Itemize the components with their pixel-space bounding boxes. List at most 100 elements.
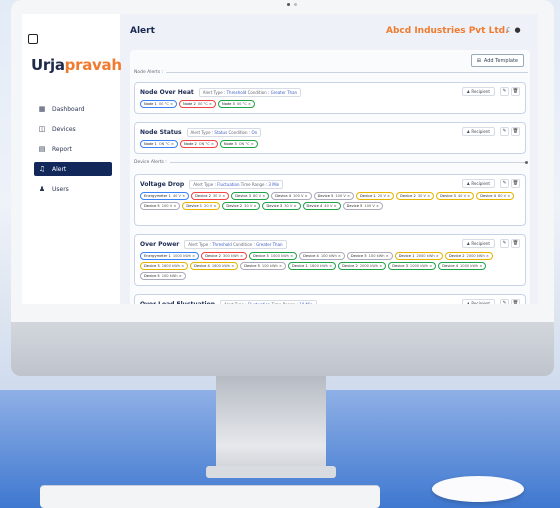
alert-card-header: Over Load Fluctuation Alert Type : Fluctu… — [140, 300, 317, 304]
device-chip[interactable]: Device 5 100 V × — [342, 202, 383, 210]
bell-icon: ♫ — [38, 165, 46, 173]
add-template-button[interactable]: ⊞ Add Template — [470, 54, 524, 67]
device-chip[interactable]: Device 1 2000 kWh × — [394, 252, 443, 260]
alerts-panel: ⊞ Add Template Node Alerts : Device Alert… — [130, 50, 530, 304]
device-chip[interactable]: Device 3 1600 kWh × — [140, 262, 189, 270]
device-chip[interactable]: Device 5 100 kWh × — [140, 272, 186, 280]
alert-card: Voltage Drop Alert Type : Fluctuation Tim… — [134, 174, 526, 226]
device-chip[interactable]: Device 3 80 V × — [231, 192, 270, 200]
monitor-stand — [216, 376, 326, 476]
users-icon: ♟ — [38, 185, 46, 193]
device-chip[interactable]: Node 1 00 °C × — [140, 100, 177, 108]
sidebar-nav: ▦ Dashboard ◫ Devices ▤ Report ♫ Alert ♟ Users — [34, 102, 112, 202]
page-title: Alert — [130, 26, 155, 36]
report-icon: ▤ — [38, 145, 46, 153]
sidebar-item-label: Users — [52, 185, 69, 193]
device-chip[interactable]: Device 4 40 V × — [302, 202, 341, 210]
sidebar-item-dashboard[interactable]: ▦ Dashboard — [34, 102, 112, 116]
device-chip[interactable]: Node 2 00 °C × — [179, 100, 216, 108]
alert-title: Over Power — [140, 241, 180, 248]
alert-card-header: Node Status Alert Type : Status Condition… — [140, 128, 262, 137]
device-chip[interactable]: Node 2 ON °C × — [179, 140, 218, 148]
device-chip[interactable]: Device 2 300 kWh × — [201, 252, 247, 260]
company-name: Abcd Industries Pvt Ltd. — [386, 26, 509, 36]
alert-meta: Alert Type : Status Condition : On — [186, 128, 262, 137]
device-chip[interactable]: Device 3 30 V × — [262, 202, 301, 210]
monitor-chin — [11, 322, 554, 376]
app-logo: Urjapravah — [31, 56, 122, 74]
alert-meta: Alert Type : Threshold Condition : Great… — [184, 240, 287, 249]
device-chip[interactable]: Device 3 1000 kWh × — [249, 252, 298, 260]
sidebar: Urjapravah ▦ Dashboard ◫ Devices ▤ Report ♫ Ale… — [22, 14, 122, 304]
camera-sensor-icon — [294, 3, 297, 6]
keyboard — [40, 486, 380, 508]
edit-icon[interactable]: ✎ — [500, 87, 509, 96]
monitor-stand-base — [206, 466, 336, 478]
device-chip[interactable]: Device 5 100 V × — [313, 192, 354, 200]
delete-icon[interactable]: 🗑 — [511, 127, 520, 136]
grid-icon: ▦ — [38, 105, 46, 113]
device-chip[interactable]: Energymeter 1 40 V × — [140, 192, 190, 200]
device-chip[interactable]: Energymeter 1 1000 kWh × — [140, 252, 200, 260]
delete-icon[interactable]: 🗑 — [511, 299, 520, 304]
alert-title: Node Status — [140, 129, 182, 136]
alert-title: Over Load Fluctuation — [140, 301, 215, 304]
device-chip[interactable]: Device 1 20 V × — [182, 202, 221, 210]
theme-toggle-icon[interactable]: ☾ — [506, 26, 512, 34]
device-chip[interactable]: Device 1 20 V × — [356, 192, 395, 200]
device-chip[interactable]: Device 4 1600 kWh × — [190, 262, 239, 270]
device-chip[interactable]: Device 4 100 kWh × — [299, 252, 345, 260]
node-alerts-label: Node Alerts : — [134, 70, 528, 75]
header-icons: ☾ ● — [506, 26, 521, 34]
device-chip[interactable]: Node 1 ON °C × — [140, 140, 178, 148]
sidebar-toggle-icon[interactable] — [28, 34, 38, 44]
alert-actions: ♟ Recipient ✎ 🗑 — [461, 127, 520, 136]
device-chip[interactable]: Device 2 30 V × — [396, 192, 435, 200]
recipient-button[interactable]: ♟ Recipient — [461, 179, 495, 188]
edit-icon[interactable]: ✎ — [500, 299, 509, 304]
device-chip[interactable]: Device 4 80 V × — [476, 192, 515, 200]
sidebar-item-users[interactable]: ♟ Users — [34, 182, 112, 196]
delete-icon[interactable]: 🗑 — [511, 87, 520, 96]
alert-title: Voltage Drop — [140, 181, 185, 188]
device-chip[interactable]: Device 5 100 kWh × — [240, 262, 286, 270]
recipient-button[interactable]: ♟ Recipient — [461, 299, 495, 304]
recipient-button[interactable]: ♟ Recipient — [461, 239, 495, 248]
sidebar-item-devices[interactable]: ◫ Devices — [34, 122, 112, 136]
delete-icon[interactable]: 🗑 — [511, 179, 520, 188]
alert-actions: ♟ Recipient ✎ 🗑 — [461, 179, 520, 188]
edit-icon[interactable]: ✎ — [500, 127, 509, 136]
edit-icon[interactable]: ✎ — [500, 239, 509, 248]
camera-icon — [287, 3, 290, 6]
alert-meta: Alert Type : Threshold Condition : Great… — [198, 88, 302, 97]
device-chips: Energymeter 1 1000 kWh × Device 2 300 kWh ×… — [140, 252, 520, 282]
delete-icon[interactable]: 🗑 — [511, 239, 520, 248]
edit-icon[interactable]: ✎ — [500, 179, 509, 188]
alert-card: Over Power Alert Type : Threshold Conditi… — [134, 234, 526, 286]
recipient-button[interactable]: ♟ Recipient — [461, 87, 495, 96]
app-screen: Urjapravah ▦ Dashboard ◫ Devices ▤ Report ♫ Ale… — [22, 14, 538, 304]
sidebar-item-report[interactable]: ▤ Report — [34, 142, 112, 156]
device-chip[interactable]: Device 4 1000 kWh × — [438, 262, 487, 270]
device-chip[interactable]: Device 3 1000 kWh × — [388, 262, 437, 270]
device-chip[interactable]: Device 2 30 V × — [222, 202, 261, 210]
device-chip[interactable]: Node 3 00 °C × — [218, 100, 255, 108]
device-chip[interactable]: Node 3 ON °C × — [219, 140, 258, 148]
device-chip[interactable]: Device 2 30 V × — [191, 192, 230, 200]
device-chip[interactable]: Device 2 2000 kWh × — [338, 262, 387, 270]
alert-meta: Alert Type : Fluctuation Time Range : 3 … — [189, 180, 284, 189]
sidebar-item-label: Dashboard — [52, 105, 85, 113]
alert-card: Node Over Heat Alert Type : Threshold Con… — [134, 82, 526, 114]
recipient-button[interactable]: ♟ Recipient — [461, 127, 495, 136]
alert-actions: ♟ Recipient ✎ 🗑 — [461, 87, 520, 96]
device-chip[interactable]: Device 5 100 V × — [140, 202, 181, 210]
device-chip[interactable]: Device 2 2000 kWh × — [444, 252, 493, 260]
sidebar-item-label: Devices — [52, 125, 76, 133]
device-chip[interactable]: Device 1 1600 kWh × — [288, 262, 337, 270]
device-alerts-label: Device Alerts : — [134, 160, 528, 165]
sidebar-item-alert[interactable]: ♫ Alert — [34, 162, 112, 176]
device-chip[interactable]: Device 5 100 kWh × — [346, 252, 393, 260]
device-chip[interactable]: Device 3 40 V × — [436, 192, 475, 200]
device-chip[interactable]: Device 4 100 V × — [271, 192, 312, 200]
user-icon[interactable]: ● — [515, 26, 521, 34]
